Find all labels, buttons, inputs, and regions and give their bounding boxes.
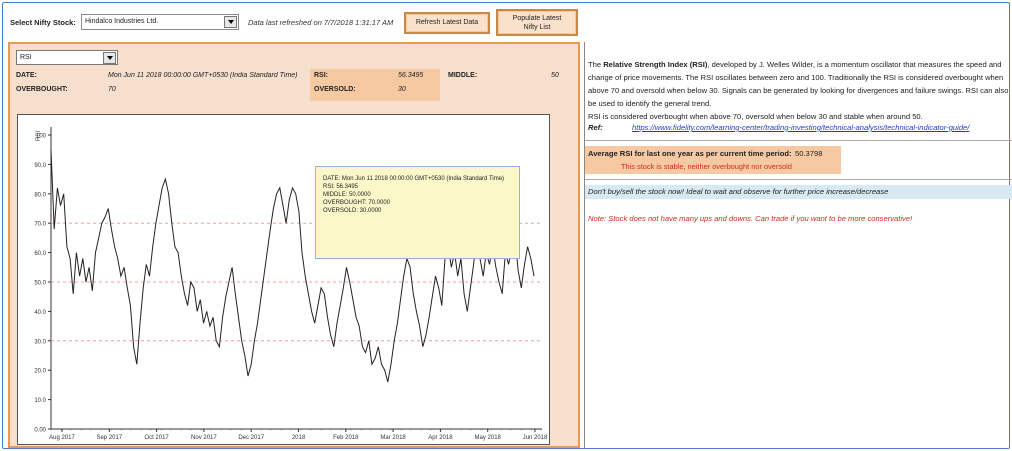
rsi-chart-svg: 0.00 10.0 20.0 30.0 40.0 50.0 60.0 70.0 80.0 90.0…	[34, 127, 548, 441]
date-value: Mon Jun 11 2018 00:00:00 GMT+0530 (India…	[108, 72, 298, 79]
desc-line2: RSI is considered overbought when above …	[588, 112, 923, 121]
ref-row: Ref: https://www.fidelity.com/learning-c…	[588, 123, 1012, 132]
y-tick-label: 50.0	[34, 281, 46, 287]
y-tick-label: 70.0	[34, 222, 46, 228]
tooltip-rsi: RSI: 56.3495	[323, 184, 359, 190]
populate-button-line2: Nifty List	[523, 24, 551, 31]
populate-nifty-list-button[interactable]: Populate Latest Nifty List	[496, 9, 578, 36]
oversold-label: OVERSOLD:	[314, 86, 356, 93]
tooltip-date: DATE: Mon Jun 11 2018 00:00:00 GMT+0530 …	[323, 176, 505, 182]
x-tick-label: 2018	[292, 435, 306, 441]
advice-text: Don't buy/sell the stock now! Ideal to w…	[585, 185, 1012, 199]
y-axis-label: RSI	[36, 131, 42, 141]
ref-label: Ref:	[588, 123, 603, 132]
populate-button-line1: Populate Latest	[512, 15, 562, 22]
y-tick-label: 80.0	[34, 192, 46, 198]
x-tick-label: Feb 2018	[333, 435, 359, 441]
indicator-select-value: RSI	[20, 54, 32, 61]
ref-link[interactable]: https://www.fidelity.com/learning-center…	[632, 123, 969, 132]
oversold-value: 30	[398, 86, 406, 93]
description-panel: The Relative Strength Index (RSI), devel…	[584, 42, 1012, 448]
avg-value: 50.3798	[795, 149, 823, 158]
last-refreshed-text: Data last refreshed on 7/7/2018 1:31:17 …	[248, 18, 394, 27]
middle-label: MIDDLE:	[448, 72, 478, 79]
stability-status: This stock is stable, neither overbought…	[621, 162, 792, 171]
x-tick-label: Apr 2018	[428, 435, 453, 441]
divider	[585, 179, 1012, 180]
x-tick-label: Nov 2017	[191, 435, 217, 441]
indicator-select[interactable]: RSI	[16, 50, 118, 65]
divider	[585, 140, 1012, 141]
rsi-description: The Relative Strength Index (RSI), devel…	[588, 58, 1012, 123]
overbought-label: OVERBOUGHT:	[16, 86, 68, 93]
y-tick-label: 10.0	[34, 398, 46, 404]
y-tick-label: 30.0	[34, 339, 46, 345]
y-tick-label: 20.0	[34, 369, 46, 375]
x-tick-label: Sep 2017	[96, 435, 122, 441]
x-tick-label: Dec 2017	[238, 435, 264, 441]
stock-select-value: Hindalco Industries Ltd.	[85, 18, 159, 25]
x-tick-label: Aug 2017	[49, 435, 75, 441]
toolbar: Select Nifty Stock: Hindalco Industries …	[8, 9, 578, 36]
indicator-panel: RSI DATE: Mon Jun 11 2018 00:00:00 GMT+0…	[8, 42, 580, 448]
chevron-down-icon[interactable]	[224, 16, 237, 28]
desc-bold: Relative Strength Index (RSI)	[603, 60, 708, 69]
average-rsi-box: Average RSI for last one year as per cur…	[585, 146, 841, 174]
rsi-value: 56.3495	[398, 72, 424, 79]
chart-tooltip: DATE: Mon Jun 11 2018 00:00:00 GMT+0530 …	[315, 166, 520, 259]
y-tick-label: 0.00	[34, 428, 46, 434]
middle-value: 50	[551, 72, 559, 79]
stock-select[interactable]: Hindalco Industries Ltd.	[81, 14, 239, 30]
x-tick-label: May 2018	[475, 435, 502, 441]
x-tick-label: Oct 2017	[144, 435, 169, 441]
tooltip-overbought: OVERBOUGHT: 70.0000	[323, 200, 391, 206]
avg-label: Average RSI for last one year as per cur…	[588, 149, 792, 158]
y-tick-label: 90.0	[34, 163, 46, 169]
rsi-chart[interactable]: 0.00 10.0 20.0 30.0 40.0 50.0 60.0 70.0 80.0 90.0…	[17, 114, 550, 445]
note-text: Note: Stock does not have many ups and d…	[588, 214, 913, 223]
rsi-label: RSI:	[314, 72, 328, 79]
date-label: DATE:	[16, 72, 37, 79]
y-tick-label: 60.0	[34, 251, 46, 257]
desc-prefix: The	[588, 60, 604, 69]
tooltip-oversold: OVERSOLD: 30.0000	[323, 208, 382, 214]
chevron-down-icon[interactable]	[103, 52, 116, 64]
x-tick-label: Jun 2018	[523, 435, 548, 441]
tooltip-middle: MIDDLE: 50.0000	[323, 192, 371, 198]
y-tick-label: 40.0	[34, 310, 46, 316]
stock-select-label: Select Nifty Stock:	[10, 18, 76, 27]
avg-row: Average RSI for last one year as per cur…	[588, 149, 822, 158]
refresh-latest-data-button[interactable]: Refresh Latest Data	[404, 12, 490, 34]
x-tick-label: Mar 2018	[380, 435, 406, 441]
overbought-value: 70	[108, 86, 116, 93]
